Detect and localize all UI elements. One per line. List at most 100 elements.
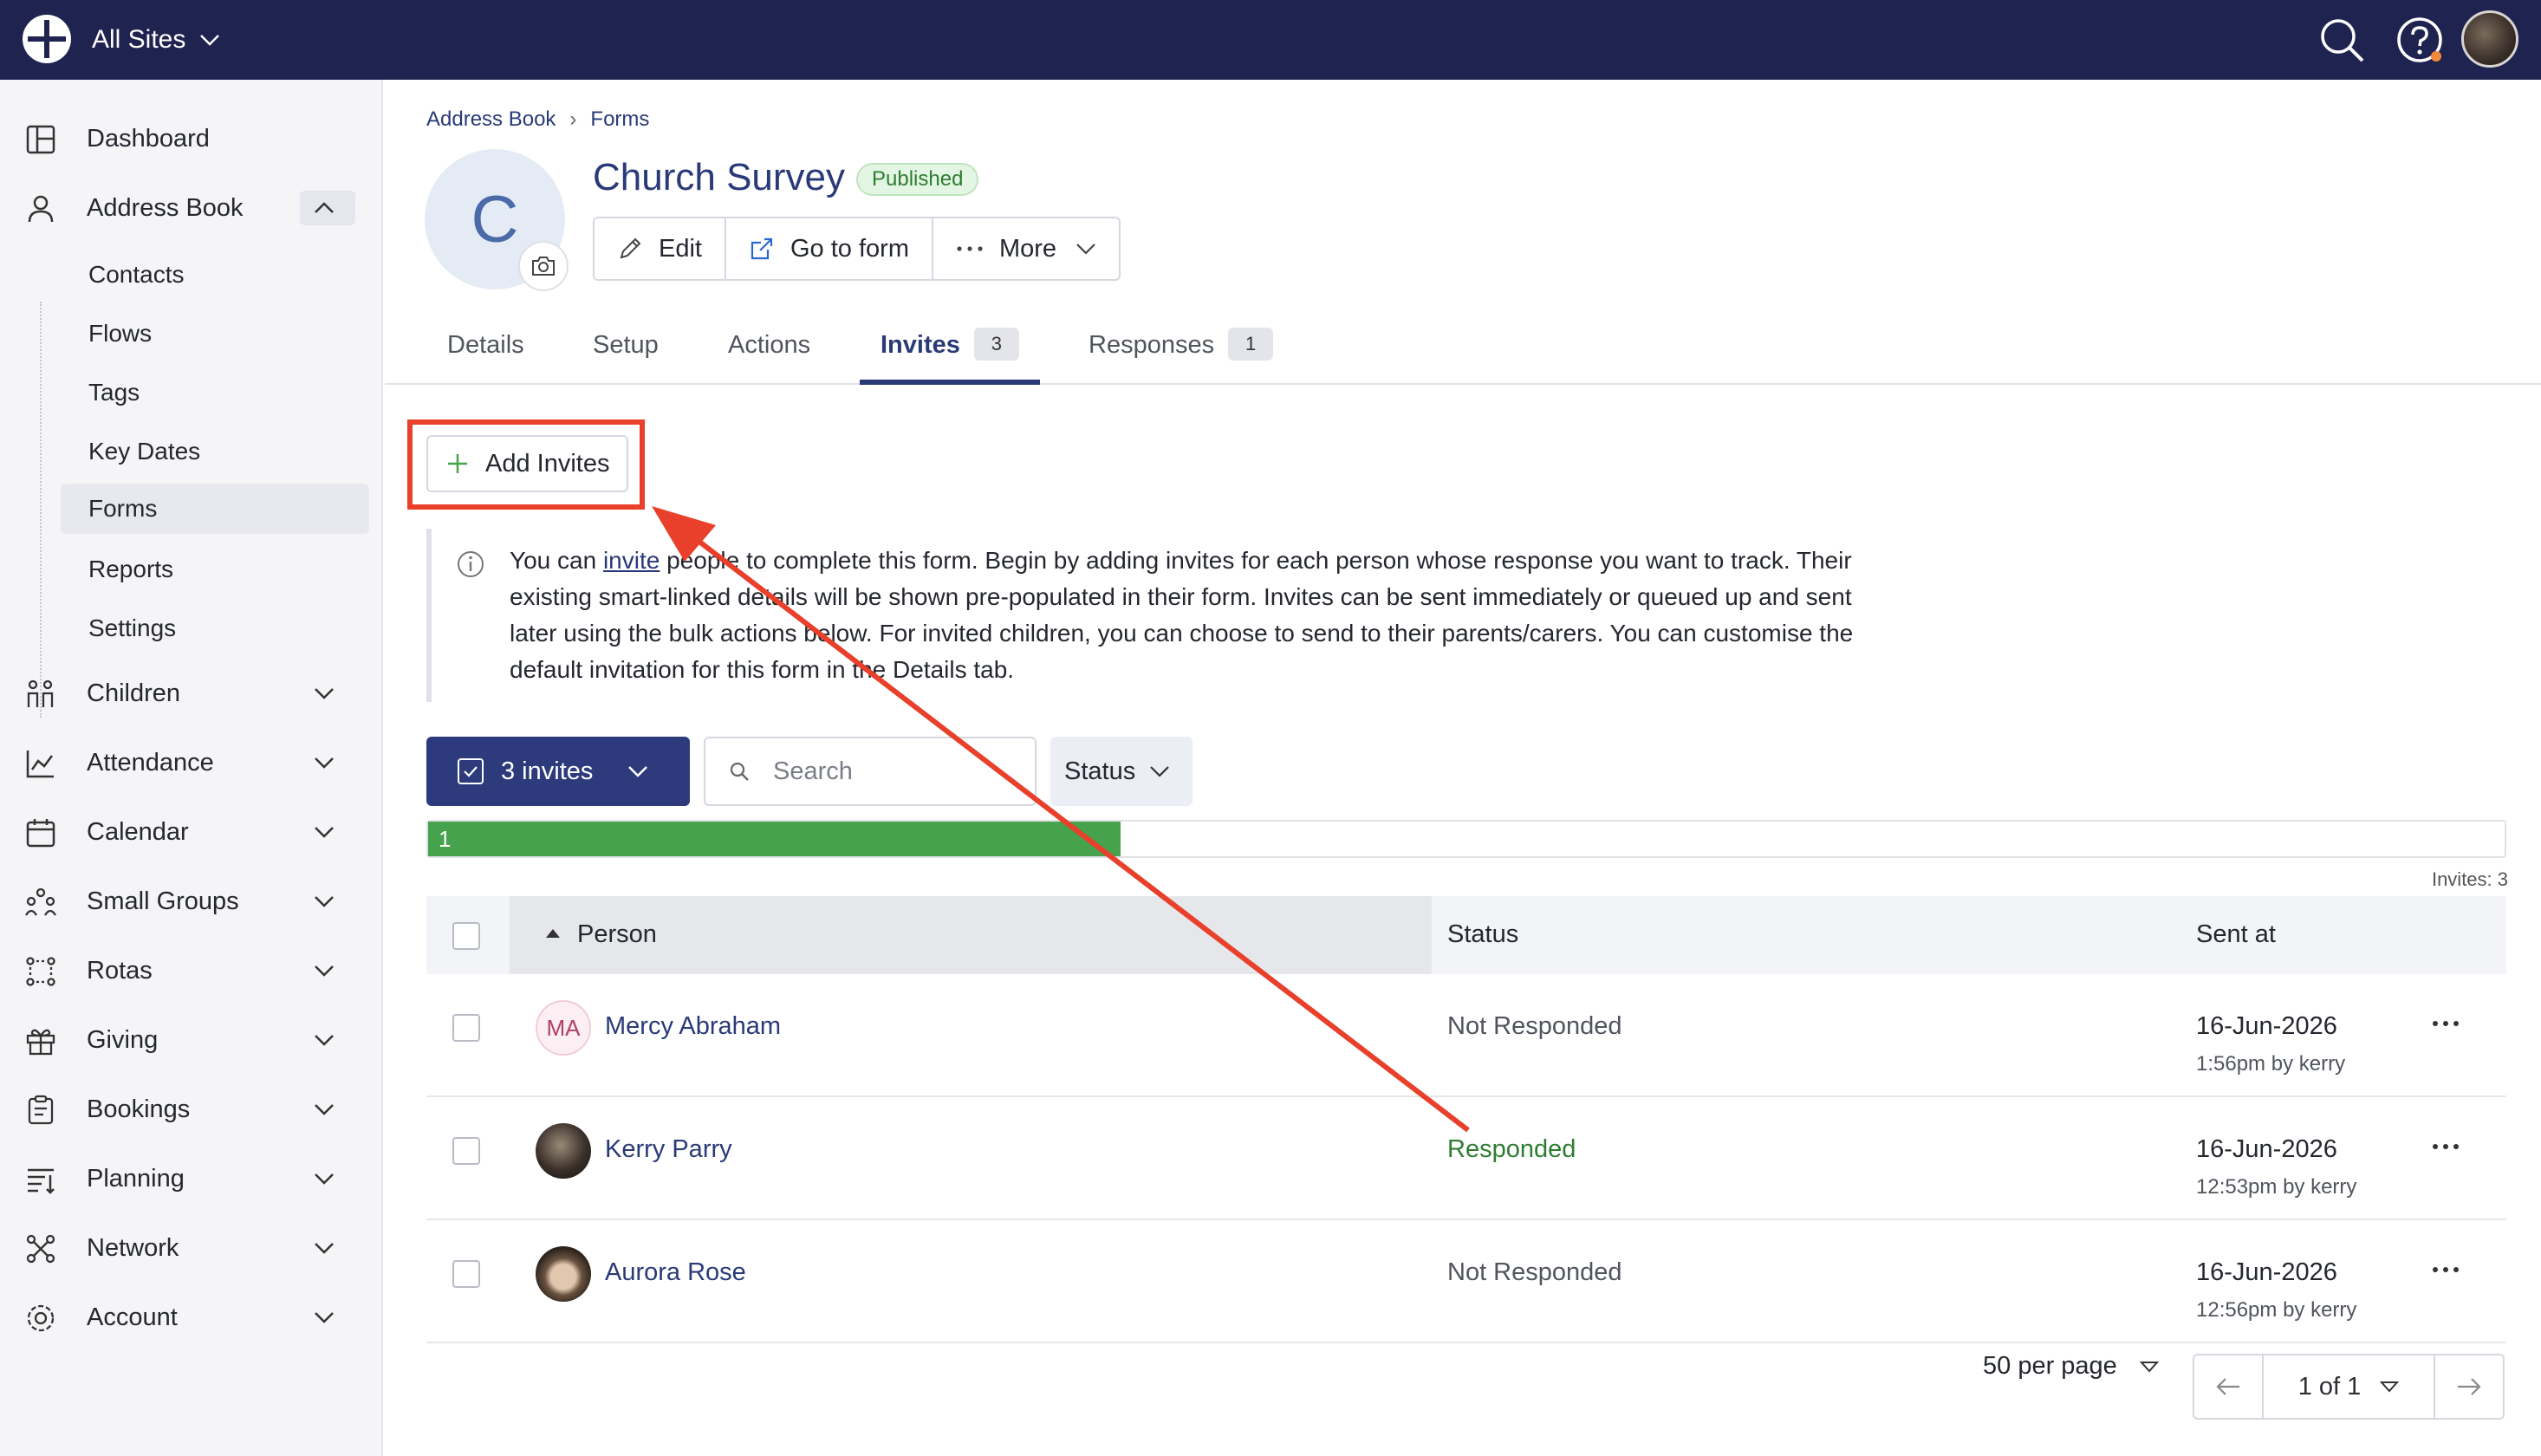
column-header-status[interactable]: Status: [1447, 920, 1518, 949]
sidebar-item-network[interactable]: Network: [0, 1220, 383, 1276]
sidebar-item-address-book[interactable]: Address Book: [0, 180, 383, 236]
invite-link[interactable]: invite: [603, 547, 660, 574]
row-checkbox[interactable]: [452, 1260, 480, 1288]
subnav-line: [40, 302, 42, 718]
sidebar-item-label: Children: [87, 679, 180, 707]
sidebar-item-attendance[interactable]: Attendance: [0, 735, 383, 790]
top-bar: All Sites: [0, 0, 2541, 80]
person-name-link[interactable]: Mercy Abraham: [605, 1012, 781, 1041]
sidebar-item-rotas[interactable]: Rotas: [0, 943, 383, 998]
search-input[interactable]: [773, 757, 1016, 786]
sidebar-subitem-forms[interactable]: Forms: [61, 484, 369, 534]
sidebar-item-label: Address Book: [87, 193, 244, 222]
sidebar-subitem-key-dates[interactable]: Key Dates: [61, 426, 369, 477]
row-checkbox[interactable]: [452, 1137, 480, 1165]
calendar-icon: [26, 819, 55, 848]
caret-down-icon: [2139, 1361, 2159, 1372]
sidebar-subitem-reports[interactable]: Reports: [61, 544, 369, 595]
sent-time-by: 12:56pm by kerry: [2196, 1298, 2357, 1322]
row-actions-ellipsis-icon[interactable]: [2428, 1011, 2463, 1037]
table-header: Person Status Sent at: [426, 896, 2506, 974]
column-header-sent-at[interactable]: Sent at: [2196, 920, 2276, 949]
column-header-person[interactable]: Person: [577, 920, 657, 949]
person-name-link[interactable]: Kerry Parry: [605, 1135, 732, 1164]
avatar: [536, 1123, 591, 1179]
chevron-down-icon: [315, 965, 334, 977]
chevron-down-icon: [315, 1243, 334, 1254]
tab-responses[interactable]: Responses 1: [1089, 328, 1274, 385]
sidebar-item-label: Account: [87, 1303, 178, 1331]
more-button[interactable]: More: [933, 218, 1119, 279]
sidebar-item-label: Rotas: [87, 956, 153, 985]
bulk-invites-button[interactable]: 3 invites: [426, 737, 690, 806]
per-page-select[interactable]: 50 per page: [1983, 1352, 2159, 1381]
search-icon: [730, 762, 749, 781]
tab-setup[interactable]: Setup: [593, 331, 659, 385]
sidebar-item-small-groups[interactable]: Small Groups: [0, 874, 383, 929]
check-square-icon: [458, 758, 484, 784]
status-filter-dropdown[interactable]: Status: [1050, 737, 1193, 806]
person-name-link[interactable]: Aurora Rose: [605, 1258, 746, 1287]
row-actions-ellipsis-icon[interactable]: [2428, 1134, 2463, 1160]
rotas-icon: [26, 957, 55, 986]
edit-button-label: Edit: [659, 234, 702, 263]
sidebar-item-label: Small Groups: [87, 887, 239, 915]
info-prefix: You can: [510, 547, 603, 574]
tab-actions[interactable]: Actions: [728, 331, 810, 385]
status-filter-label: Status: [1064, 757, 1136, 785]
dashboard-icon: [26, 125, 55, 154]
per-page-label: 50 per page: [1983, 1352, 2117, 1380]
sidebar-subitem-settings[interactable]: Settings: [61, 603, 369, 653]
sidebar-subitem-tags[interactable]: Tags: [61, 367, 369, 418]
next-page-button[interactable]: [2435, 1355, 2503, 1418]
invites-count: Invites: 3: [2431, 868, 2508, 890]
chevron-right-icon: ›: [569, 107, 577, 131]
page-title: Church Survey: [593, 156, 846, 198]
previous-page-button[interactable]: [2194, 1355, 2262, 1418]
search-icon[interactable]: [2316, 14, 2368, 66]
sidebar-item-dashboard[interactable]: Dashboard: [0, 111, 383, 166]
breadcrumb-forms[interactable]: Forms: [590, 107, 649, 132]
go-to-form-button[interactable]: Go to form: [726, 218, 933, 279]
page-select[interactable]: 1 of 1: [2262, 1355, 2435, 1418]
sidebar-item-bookings[interactable]: Bookings: [0, 1082, 383, 1137]
pagination: 1 of 1: [2193, 1354, 2505, 1420]
edit-button[interactable]: Edit: [595, 218, 726, 279]
row-actions-ellipsis-icon[interactable]: [2428, 1257, 2463, 1283]
annotation-highlight-box: [407, 419, 645, 510]
sidebar-item-children[interactable]: Children: [0, 666, 383, 721]
row-checkbox[interactable]: [452, 1014, 480, 1042]
select-all-checkbox[interactable]: [452, 922, 480, 950]
tab-details[interactable]: Details: [447, 331, 524, 385]
tab-invites[interactable]: Invites 3: [860, 328, 1040, 385]
breadcrumb-address-book[interactable]: Address Book: [426, 107, 556, 132]
response-status: Not Responded: [1447, 1258, 1622, 1286]
info-text: You can invite people to complete this f…: [510, 543, 1896, 688]
avatar: [536, 1246, 591, 1302]
sidebar-item-giving[interactable]: Giving: [0, 1012, 383, 1068]
person-icon: [28, 195, 54, 223]
caret-down-icon: [2380, 1381, 2400, 1393]
sidebar-item-calendar[interactable]: Calendar: [0, 804, 383, 860]
chevron-down-icon: [315, 688, 334, 699]
sidebar-item-account[interactable]: Account: [0, 1290, 383, 1345]
change-photo-button[interactable]: [518, 241, 569, 291]
sidebar: Dashboard Address Book Contacts Flows Ta…: [0, 80, 383, 1456]
chevron-down-icon: [315, 1173, 334, 1185]
logo-icon[interactable]: [21, 13, 73, 65]
main-content: Address Book › Forms C Church Survey Pub…: [385, 80, 2541, 1456]
progress-fill: 1: [428, 822, 1121, 856]
sort-ascending-icon[interactable]: [544, 927, 562, 939]
sidebar-item-planning[interactable]: Planning: [0, 1151, 383, 1206]
help-icon[interactable]: [2394, 14, 2446, 66]
attendance-chart-icon: [26, 751, 54, 778]
info-icon: [458, 551, 484, 577]
more-button-label: More: [998, 234, 1057, 263]
sidebar-subitem-contacts[interactable]: Contacts: [61, 250, 369, 300]
planning-icon: [28, 1168, 55, 1194]
sent-time-by: 1:56pm by kerry: [2196, 1052, 2346, 1076]
site-switcher[interactable]: All Sites: [92, 21, 220, 59]
user-avatar[interactable]: [2461, 10, 2518, 68]
sidebar-subitem-flows[interactable]: Flows: [61, 309, 369, 359]
tab-label: Details: [447, 331, 524, 359]
